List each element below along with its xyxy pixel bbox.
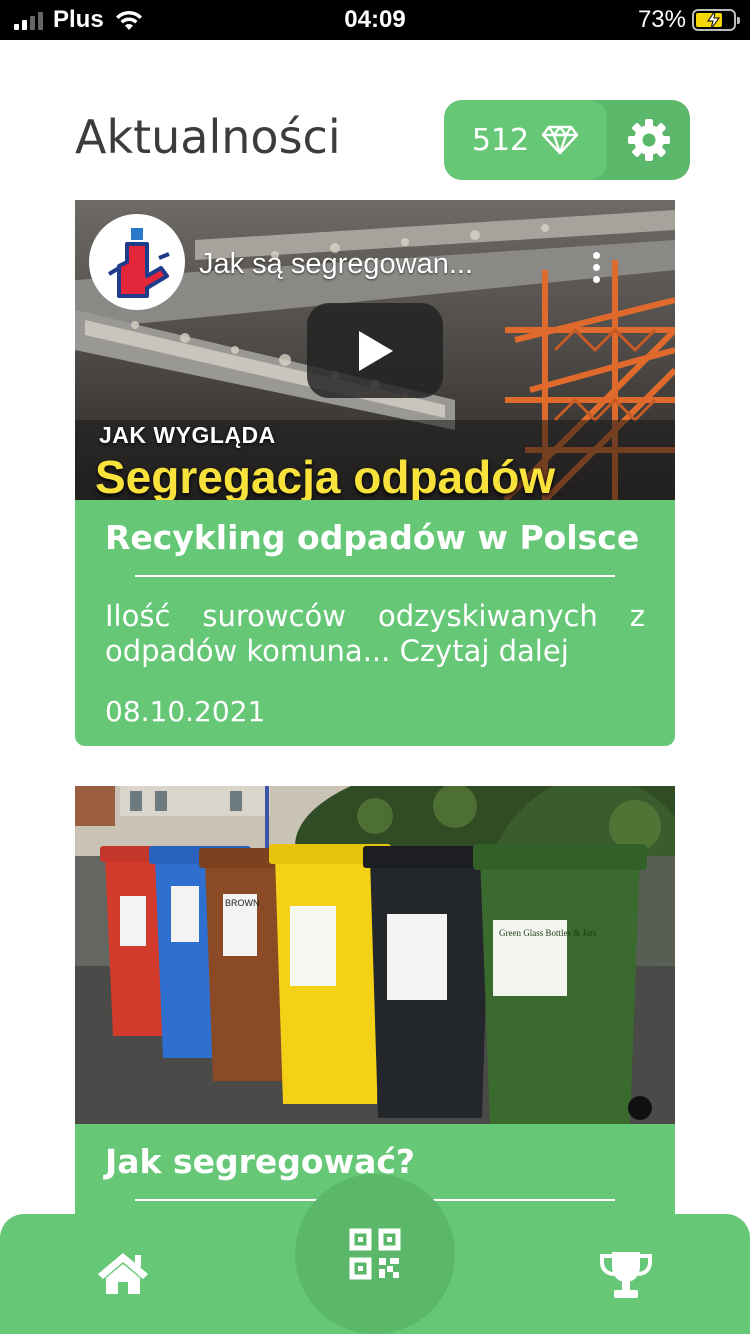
card-description[interactable]: Ilość surowców odzyskiwanych z odpadów k… [105,599,645,669]
page-title: Aktualności [75,110,341,164]
play-icon [359,330,393,371]
video-title: Jak są segregowan... [199,248,474,280]
status-bar: Plus 04:09 73% [0,0,750,40]
battery-charging-icon [692,9,740,31]
home-icon [98,1253,148,1294]
gear-icon [627,119,670,161]
nav-trophy-button[interactable] [598,1250,654,1304]
diamond-icon [541,125,579,155]
bin-label-green: Green Glass Bottles & Jars [499,928,597,938]
trophy-icon [600,1252,652,1298]
status-right: 73% [637,6,740,33]
channel-avatar[interactable] [89,214,185,310]
recycling-bins-image: BROWN Green Glass Bottles & Jars [75,786,675,1124]
card-title[interactable]: Recykling odpadów w Polsce [105,518,645,557]
battery-percent: 73% [637,6,686,33]
video-caption-big: Segregacja odpadów [95,451,556,500]
qr-code-icon [349,1228,401,1280]
video-player[interactable]: Jak są segregowan... JAK WYGLĄDA Segrega… [75,200,675,500]
bin-label-brown: BROWN [225,898,260,908]
play-button[interactable] [307,303,443,398]
card-date: 08.10.2021 [105,695,266,728]
video-caption-small: JAK WYGLĄDA [99,422,276,448]
nav-home-button[interactable] [96,1250,150,1300]
card-divider [135,575,615,577]
scan-qr-button[interactable] [295,1174,455,1334]
points-value: 512 [471,122,530,158]
points-badge[interactable]: 512 [444,100,607,180]
news-card[interactable]: Jak są segregowan... JAK WYGLĄDA Segrega… [75,200,675,746]
header-actions: 512 [444,100,690,180]
settings-button[interactable] [607,100,690,180]
video-menu-icon[interactable] [591,252,601,286]
channel-logo-icon [90,215,184,309]
